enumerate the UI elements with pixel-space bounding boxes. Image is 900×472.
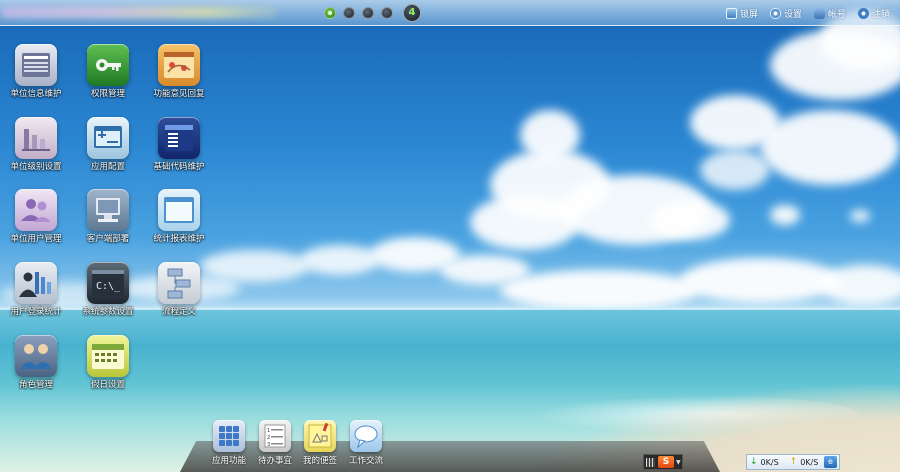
code-list-icon (158, 117, 200, 159)
download-speed: 0K/S (760, 457, 779, 467)
input-method-indicator[interactable]: S ▼ (643, 454, 683, 470)
app-process-definition[interactable]: 流程定义 (150, 262, 208, 318)
app-label: 单位信息维护 (10, 89, 62, 99)
app-label: 角色管理 (18, 380, 53, 390)
app-permission-management[interactable]: 权限管理 (79, 44, 137, 100)
settings-label: 设置 (783, 9, 802, 20)
app-label: 应用配置 (90, 162, 125, 172)
app-feedback-reply[interactable]: 功能意见回复 (150, 44, 208, 100)
app-role-management[interactable]: 角色管理 (7, 335, 65, 391)
sticky-note-icon (304, 420, 336, 452)
logout-icon (857, 7, 869, 19)
app-report-maintenance[interactable]: 统计报表维护 (150, 189, 208, 245)
lock-icon (725, 7, 737, 19)
dock-my-notes[interactable]: 我的便签 (294, 420, 346, 466)
terminal-icon: C:\_ (87, 262, 129, 304)
app-label: 用户登录统计 (10, 307, 62, 317)
svg-text:3: 3 (267, 442, 270, 448)
app-label: 单位用户管理 (10, 234, 62, 244)
user-icon (813, 7, 825, 19)
app-label: 权限管理 (90, 89, 125, 99)
chevron-down-icon: ▼ (676, 458, 681, 466)
dock-app-functions[interactable]: 应用功能 (203, 420, 255, 466)
app-holiday-settings[interactable]: 假日设置 (79, 335, 137, 391)
computer-icon (87, 189, 129, 231)
unit-info-icon (15, 44, 57, 86)
top-bar: 4 锁屏 设置 帐号 注销 (0, 0, 900, 26)
app-label: 客户端部署 (86, 234, 130, 244)
chat-bubble-icon (350, 420, 382, 452)
desktop-page-switcher: 4 (324, 3, 421, 23)
lock-screen-button[interactable]: 锁屏 (725, 7, 758, 20)
app-grid-icon (213, 420, 245, 452)
desktop-page-1-dot[interactable] (324, 7, 336, 19)
calendar-icon (87, 335, 129, 377)
network-app-icon[interactable]: e (824, 456, 837, 468)
svg-text:2: 2 (267, 435, 270, 441)
bar-levels-icon (15, 117, 57, 159)
svg-text:C:\_: C:\_ (96, 281, 121, 292)
keyboard-icon (646, 457, 655, 467)
lock-screen-label: 锁屏 (739, 9, 758, 20)
window-config-icon (87, 117, 129, 159)
system-logo (2, 6, 277, 18)
upload-arrow-icon: ↑ (789, 457, 798, 467)
app-basic-code[interactable]: 基础代码维护 (150, 117, 208, 173)
svg-text:1: 1 (267, 428, 270, 434)
users-group-icon (15, 189, 57, 231)
sogou-ime-icon: S (658, 456, 674, 468)
settings-button[interactable]: 设置 (769, 7, 802, 20)
app-label: 功能意见回复 (153, 89, 205, 99)
account-button[interactable]: 帐号 (813, 7, 846, 20)
dock-work-chat[interactable]: 工作交流 (340, 420, 392, 466)
app-unit-user-management[interactable]: 单位用户管理 (7, 189, 65, 245)
app-system-params[interactable]: C:\_ 系统参数设置 (79, 262, 137, 318)
dock-label: 应用功能 (211, 456, 246, 466)
logout-button[interactable]: 注销 (857, 7, 890, 20)
app-unit-level[interactable]: 单位级别设置 (7, 117, 65, 173)
app-label: 单位级别设置 (10, 162, 62, 172)
app-label: 基础代码维护 (153, 162, 205, 172)
upload-speed: 0K/S (800, 457, 819, 467)
report-window-icon (158, 189, 200, 231)
top-right-actions: 锁屏 设置 帐号 注销 (714, 0, 890, 26)
dock-label: 我的便签 (302, 456, 337, 466)
desktop-page-4-dot[interactable] (381, 7, 393, 19)
flowchart-icon (158, 262, 200, 304)
dock-label: 工作交流 (348, 456, 383, 466)
account-label: 帐号 (827, 9, 846, 20)
desktop-page-2-dot[interactable] (343, 7, 355, 19)
app-label: 假日设置 (90, 380, 125, 390)
logout-label: 注销 (871, 9, 890, 20)
app-label: 统计报表维护 (153, 234, 205, 244)
desktop-page-3-dot[interactable] (362, 7, 374, 19)
app-unit-info[interactable]: 单位信息维护 (7, 44, 65, 100)
user-chart-icon (15, 262, 57, 304)
todo-list-icon: 123 (259, 420, 291, 452)
settings-icon (769, 7, 781, 19)
key-icon (87, 44, 129, 86)
current-page-badge[interactable]: 4 (403, 4, 421, 22)
download-arrow-icon: ↓ (750, 457, 758, 467)
roles-icon (15, 335, 57, 377)
app-client-deploy[interactable]: 客户端部署 (79, 189, 137, 245)
app-login-statistics[interactable]: 用户登录统计 (7, 262, 65, 318)
app-label: 流程定义 (161, 307, 196, 317)
app-label: 系统参数设置 (82, 307, 134, 317)
feedback-board-icon (158, 44, 200, 86)
app-application-config[interactable]: 应用配置 (79, 117, 137, 173)
